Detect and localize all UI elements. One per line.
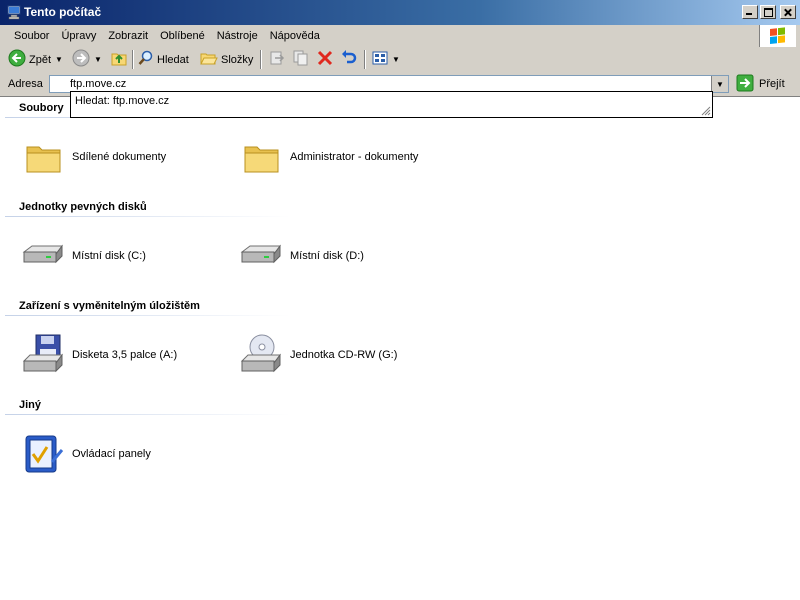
go-label: Přejít <box>759 78 785 90</box>
item-label: Administrator - dokumenty <box>290 151 419 163</box>
list-item[interactable]: Sdílené dokumenty <box>22 135 166 179</box>
go-arrow-icon <box>736 74 754 95</box>
delete-button[interactable] <box>316 50 334 69</box>
floppy-drive-icon <box>22 333 66 377</box>
resize-grip-icon[interactable] <box>700 105 711 116</box>
address-label: Adresa <box>8 78 43 90</box>
menu-zobrazit[interactable]: Zobrazit <box>102 29 154 43</box>
folder-icon <box>22 135 66 179</box>
delete-icon <box>316 49 334 70</box>
title-bar[interactable]: Tento počítač <box>0 0 800 25</box>
toolbar-separator <box>364 50 366 69</box>
views-icon <box>372 50 388 69</box>
group-divider <box>5 414 290 415</box>
copy-to-button[interactable] <box>292 50 310 69</box>
group-title: Jiný <box>19 399 42 411</box>
windows-logo-icon <box>759 25 796 47</box>
back-button[interactable]: Zpět ▼ <box>8 49 63 70</box>
menu-nastroje[interactable]: Nástroje <box>211 29 264 43</box>
search-icon <box>138 50 154 69</box>
search-button[interactable]: Hledat <box>138 50 189 69</box>
item-label: Ovládací panely <box>72 448 151 460</box>
maximize-button[interactable] <box>760 5 776 19</box>
go-button[interactable]: Přejít <box>736 74 785 95</box>
toolbar-separator <box>132 50 134 69</box>
autocomplete-suggestion[interactable]: Hledat: ftp.move.cz <box>75 95 169 107</box>
move-to-button[interactable] <box>268 50 286 69</box>
group-divider <box>5 315 290 316</box>
back-dropdown-icon[interactable]: ▼ <box>55 55 63 64</box>
group-title: Zařízení s vyměnitelným úložištěm <box>19 300 200 312</box>
menu-bar: Soubor Úpravy Zobrazit Oblíbené Nástroje… <box>0 25 800 48</box>
control-panel-icon <box>22 432 66 476</box>
window-title: Tento počítač <box>24 5 102 19</box>
group-divider <box>5 216 290 217</box>
menu-napoveda[interactable]: Nápověda <box>264 29 326 43</box>
hard-disk-icon <box>240 234 284 278</box>
hard-disk-icon <box>22 234 66 278</box>
up-button[interactable] <box>110 50 128 69</box>
views-button[interactable]: ▼ <box>372 50 400 69</box>
forward-button[interactable]: ▼ <box>72 49 102 70</box>
list-item[interactable]: Administrator - dokumenty <box>240 135 418 179</box>
move-to-icon <box>268 49 286 70</box>
cd-drive-icon <box>240 333 284 377</box>
toolbar: Zpět ▼ ▼ Hledat Složky ▼ <box>0 47 800 73</box>
undo-button[interactable] <box>340 50 358 69</box>
undo-icon <box>340 49 358 70</box>
menu-upravy[interactable]: Úpravy <box>55 29 102 43</box>
list-item[interactable]: Ovládací panely <box>22 432 151 476</box>
back-arrow-icon <box>8 49 26 70</box>
minimize-button[interactable] <box>742 5 758 19</box>
item-label: Disketa 3,5 palce (A:) <box>72 349 178 361</box>
computer-icon <box>6 4 22 20</box>
address-autocomplete: Hledat: ftp.move.cz <box>70 91 713 118</box>
forward-dropdown-icon[interactable]: ▼ <box>94 55 102 64</box>
item-label: Místní disk (C:) <box>72 250 146 262</box>
folder-icon <box>240 135 284 179</box>
search-label: Hledat <box>157 53 189 66</box>
item-label: Jednotka CD-RW (G:) <box>290 349 398 361</box>
menu-oblibene[interactable]: Oblíbené <box>154 29 211 43</box>
content-area: Soubory Sdílené dokumenty Administrator … <box>0 97 800 600</box>
list-item[interactable]: Jednotka CD-RW (G:) <box>240 333 397 377</box>
close-button[interactable] <box>780 5 796 19</box>
group-title: Soubory <box>19 102 64 114</box>
menu-soubor[interactable]: Soubor <box>8 29 55 43</box>
item-label: Sdílené dokumenty <box>72 151 167 163</box>
folders-button[interactable]: Složky <box>200 50 253 69</box>
back-label: Zpět <box>29 53 52 66</box>
folders-icon <box>200 50 218 69</box>
views-dropdown-icon[interactable]: ▼ <box>392 55 400 64</box>
list-item[interactable]: Místní disk (D:) <box>240 234 364 278</box>
toolbar-separator <box>260 50 262 69</box>
item-label: Místní disk (D:) <box>290 250 364 262</box>
copy-to-icon <box>292 49 310 70</box>
forward-arrow-icon <box>72 49 90 70</box>
list-item[interactable]: Místní disk (C:) <box>22 234 146 278</box>
list-item[interactable]: Disketa 3,5 palce (A:) <box>22 333 177 377</box>
address-input[interactable] <box>70 76 690 92</box>
group-title: Jednotky pevných disků <box>19 201 147 213</box>
folders-label: Složky <box>221 53 254 66</box>
folder-up-icon <box>110 49 128 70</box>
address-dropdown-button[interactable]: ▼ <box>711 76 728 92</box>
